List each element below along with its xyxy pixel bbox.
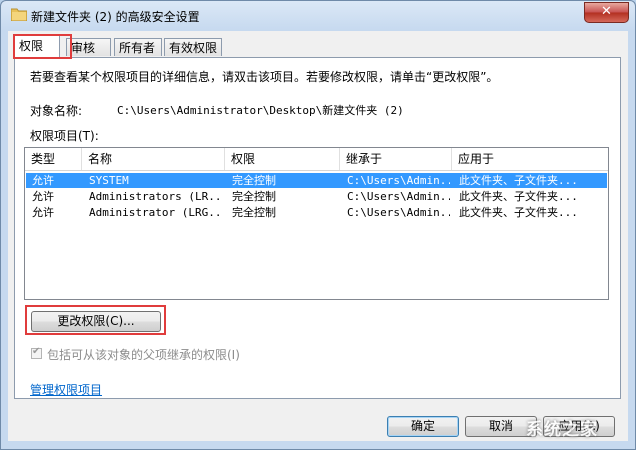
entries-label: 权限项目(T): <box>30 129 99 143</box>
manage-permission-entries-link[interactable]: 管理权限项目 <box>30 381 102 398</box>
change-permissions-label: 更改权限(C)... <box>57 314 135 328</box>
column-header-applies-to[interactable]: 应用于 <box>452 148 608 170</box>
cell-applies-to: 此文件夹、子文件夹... <box>459 174 578 187</box>
title-bar[interactable]: 新建文件夹 (2) 的高级安全设置 ✕ <box>1 1 635 31</box>
column-header-type[interactable]: 类型 <box>25 148 82 170</box>
info-text: 若要查看某个权限项目的详细信息，请双击该项目。若要修改权限，请单击“更改权限”。 <box>30 70 499 84</box>
window-title: 新建文件夹 (2) 的高级安全设置 <box>31 10 200 24</box>
tab-label: 所有者 <box>119 41 156 55</box>
table-row[interactable]: 允许 SYSTEM 完全控制 C:\Users\Admin... 此文件夹、子文… <box>26 173 607 188</box>
tab-owner[interactable]: 所有者 <box>114 38 162 56</box>
cell-inherited-from: C:\Users\Admin... <box>347 190 450 203</box>
cell-applies-to: 此文件夹、子文件夹... <box>459 206 578 219</box>
list-header: 类型 名称 权限 继承于 应用于 <box>25 148 608 171</box>
permission-entries-list[interactable]: 类型 名称 权限 继承于 应用于 允许 SYSTEM 完全控制 C:\Users… <box>24 147 609 300</box>
cell-inherited-from: C:\Users\Admin... <box>347 174 450 187</box>
object-name-value: C:\Users\Administrator\Desktop\新建文件夹 (2) <box>117 104 404 117</box>
cell-name: Administrators (LR... <box>89 190 224 203</box>
folder-icon <box>11 8 27 21</box>
tab-label: 审核 <box>71 41 96 55</box>
tab-auditing[interactable]: 审核 <box>66 38 111 56</box>
cell-type: 允许 <box>32 206 54 219</box>
ok-button[interactable]: 确定 <box>387 416 459 437</box>
tab-label: 权限 <box>19 39 44 53</box>
watermark-logo: 系统之家 <box>526 420 598 440</box>
cell-permission: 完全控制 <box>232 206 276 219</box>
change-permissions-button[interactable]: 更改权限(C)... <box>31 311 161 332</box>
cell-inherited-from: C:\Users\Admin... <box>347 206 450 219</box>
cell-name: SYSTEM <box>89 174 129 187</box>
inherit-permissions-checkbox[interactable]: ✔ <box>31 346 42 359</box>
cell-applies-to: 此文件夹、子文件夹... <box>459 190 578 203</box>
column-header-name[interactable]: 名称 <box>82 148 225 170</box>
table-row[interactable]: 允许 Administrator (LRG... 完全控制 C:\Users\A… <box>26 205 607 220</box>
cell-type: 允许 <box>32 190 54 203</box>
cell-name: Administrator (LRG... <box>89 206 224 219</box>
tab-effective-permissions[interactable]: 有效权限 <box>164 38 222 56</box>
cell-permission: 完全控制 <box>232 190 276 203</box>
cell-type: 允许 <box>32 174 54 187</box>
table-row[interactable]: 允许 Administrators (LR... 完全控制 C:\Users\A… <box>26 189 607 204</box>
inherit-permissions-label: 包括可从该对象的父项继承的权限(I) <box>47 348 240 362</box>
advanced-security-dialog: 新建文件夹 (2) 的高级安全设置 ✕ 权限 审核 所有者 有效权限 若要查看某… <box>0 0 636 450</box>
column-header-permission[interactable]: 权限 <box>225 148 340 170</box>
tab-permissions[interactable]: 权限 <box>14 35 60 58</box>
column-header-inherited-from[interactable]: 继承于 <box>340 148 452 170</box>
ok-label: 确定 <box>410 419 435 433</box>
close-button[interactable]: ✕ <box>584 2 629 23</box>
tab-label: 有效权限 <box>169 41 218 55</box>
checkmark-icon: ✔ <box>32 346 41 357</box>
close-icon: ✕ <box>601 4 612 19</box>
cancel-label: 取消 <box>488 419 513 433</box>
cell-permission: 完全控制 <box>232 174 276 187</box>
object-name-label: 对象名称: <box>30 104 83 118</box>
